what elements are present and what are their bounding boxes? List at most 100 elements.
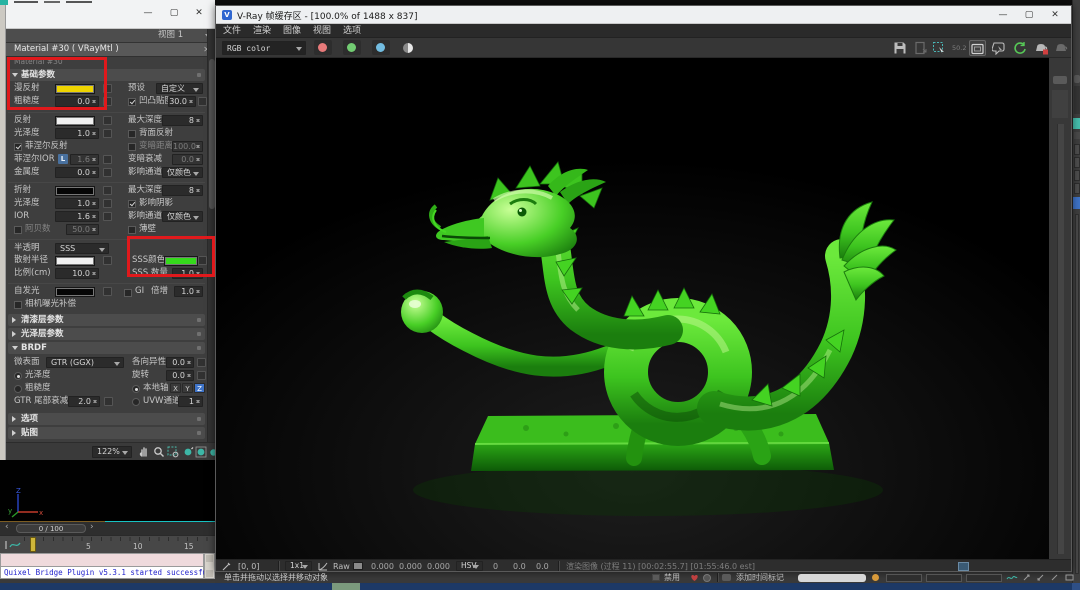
- camera-exposure-checkbox[interactable]: [14, 301, 22, 309]
- vfb-side-block[interactable]: [1052, 90, 1068, 118]
- bump-map-button[interactable]: [198, 97, 207, 106]
- sliver-scroll-track[interactable]: [1075, 214, 1079, 574]
- dim-falloff-field[interactable]: 0.0: [172, 154, 203, 165]
- sliver-teal-button[interactable]: [1073, 118, 1080, 129]
- multiplier-field[interactable]: 1.0: [174, 286, 203, 297]
- rotation-field[interactable]: 0.0: [166, 370, 194, 381]
- spinner-icon[interactable]: [196, 156, 201, 163]
- backface-checkbox[interactable]: [128, 130, 136, 138]
- vfb-corner-button[interactable]: [1053, 76, 1067, 84]
- save-all-channels-icon[interactable]: [914, 41, 928, 55]
- pan-icon[interactable]: [138, 446, 150, 458]
- sliver-block[interactable]: [1074, 86, 1080, 114]
- refract-map-button[interactable]: [103, 186, 112, 195]
- refract-color-swatch[interactable]: [55, 186, 95, 196]
- self-illum-swatch[interactable]: [55, 287, 95, 297]
- self-illum-map-button[interactable]: [103, 287, 112, 296]
- spinner-icon[interactable]: [92, 169, 97, 176]
- gi-checkbox[interactable]: [124, 289, 132, 297]
- menu-view[interactable]: 视图: [313, 24, 331, 38]
- bump-field[interactable]: 30.0: [168, 96, 196, 107]
- green-channel-button[interactable]: [343, 40, 361, 55]
- listener-scrollbar[interactable]: [204, 553, 215, 579]
- mono-channel-button[interactable]: [402, 42, 414, 54]
- pixel-probe-icon[interactable]: [222, 562, 232, 571]
- dim-distance-checkbox[interactable]: [128, 143, 136, 151]
- material-editor-titlebar[interactable]: — ▢ ✕: [6, 0, 215, 29]
- vfb-minimize-button[interactable]: —: [994, 8, 1012, 22]
- menu-render[interactable]: 渲染: [253, 24, 271, 38]
- menu-file[interactable]: 文件: [223, 24, 241, 38]
- spinner-icon[interactable]: [92, 156, 97, 163]
- scale-field[interactable]: 10.0: [55, 268, 99, 279]
- reflect-color-swatch[interactable]: [55, 116, 95, 126]
- scatter-radius-swatch[interactable]: [55, 256, 95, 266]
- translucency-dropdown[interactable]: SSS: [55, 243, 109, 254]
- refract-gloss-field[interactable]: 1.0: [55, 198, 99, 209]
- vfb-side-scroll-track[interactable]: [1057, 124, 1064, 554]
- prompt-input-field[interactable]: [798, 574, 866, 582]
- red-channel-button[interactable]: [314, 40, 332, 55]
- vfb-titlebar[interactable]: V V-Ray 帧缓存区 - [100.0% of 1488 x 837] — …: [216, 6, 1071, 24]
- fresnel-ior-field[interactable]: 1.6: [70, 154, 99, 165]
- rollout-sheen-params[interactable]: 光泽层参数: [8, 328, 205, 340]
- affect-channels2-dropdown[interactable]: 仅颜色: [162, 211, 203, 222]
- zoom-level-dropdown[interactable]: 122%: [92, 446, 132, 458]
- menu-options[interactable]: 选项: [343, 24, 361, 38]
- rollout-maps[interactable]: 贴图: [8, 427, 205, 439]
- coordinate-field-y[interactable]: [926, 574, 962, 582]
- add-time-tag-button[interactable]: 添加时间标记: [736, 572, 784, 583]
- next-frame-button[interactable]: ›: [90, 522, 94, 533]
- brdf-roughness-radio[interactable]: [14, 385, 22, 393]
- affect-channels-dropdown[interactable]: 仅颜色: [162, 167, 203, 178]
- abbe-field[interactable]: 50.0: [66, 224, 99, 235]
- update-render-icon[interactable]: [1013, 41, 1027, 55]
- spinner-icon[interactable]: [93, 398, 98, 405]
- sliver-gray-button[interactable]: [1074, 183, 1080, 194]
- zoom-extents-icon[interactable]: [182, 446, 194, 458]
- channel-dropdown[interactable]: RGB color: [222, 41, 306, 55]
- save-image-icon[interactable]: [893, 41, 907, 55]
- heart-icon[interactable]: [690, 574, 699, 582]
- blue-channel-button[interactable]: [372, 40, 390, 55]
- max-viewport[interactable]: Z x y: [0, 460, 215, 522]
- track-bar[interactable]: 5 10 15: [0, 535, 215, 553]
- anisotropy-map-button[interactable]: [197, 358, 206, 367]
- coordinate-field-x[interactable]: [886, 574, 922, 582]
- menu-image[interactable]: 图像: [283, 24, 301, 38]
- sliver-blue-button[interactable]: [1073, 197, 1080, 209]
- spinner-icon[interactable]: [92, 200, 97, 207]
- metalness-field[interactable]: 0.0: [55, 167, 99, 178]
- zoom-extents-selected-icon[interactable]: [195, 446, 207, 458]
- local-axis-radio[interactable]: [132, 385, 140, 393]
- status-grid-icon[interactable]: [652, 574, 660, 581]
- zoom-region-icon[interactable]: [167, 446, 179, 458]
- vfb-close-button[interactable]: ✕: [1046, 8, 1064, 22]
- spinner-icon[interactable]: [196, 143, 201, 150]
- axis-z-button[interactable]: Z: [194, 383, 205, 393]
- spinner-icon[interactable]: [189, 98, 194, 105]
- spinner-icon[interactable]: [196, 117, 201, 124]
- hsv-dropdown[interactable]: HSV: [456, 561, 483, 571]
- brdf-glossiness-radio[interactable]: [14, 372, 22, 380]
- spinner-icon[interactable]: [196, 187, 201, 194]
- axis-x-button[interactable]: X: [170, 383, 181, 393]
- sliver-arrow-button[interactable]: [1074, 132, 1080, 139]
- spinner-icon[interactable]: [92, 213, 97, 220]
- maximize-button[interactable]: ▢: [165, 6, 183, 20]
- listener-white-line[interactable]: Quixel Bridge Plugin v5.3.1 started succ…: [0, 566, 204, 579]
- spinner-icon[interactable]: [187, 359, 192, 366]
- refract-gloss-map-button[interactable]: [103, 199, 112, 208]
- spinner-icon[interactable]: [92, 270, 97, 277]
- windows-taskbar[interactable]: [0, 583, 1080, 590]
- spinner-icon[interactable]: [196, 288, 201, 295]
- fresnel-checkbox[interactable]: [14, 143, 22, 151]
- rotation-map-button[interactable]: [197, 371, 206, 380]
- render-last-icon[interactable]: [1034, 41, 1048, 55]
- viewport-nav-icons[interactable]: [1022, 573, 1076, 582]
- color-curve-icon[interactable]: [318, 562, 328, 571]
- key-icon[interactable]: [872, 574, 879, 581]
- max-depth2-field[interactable]: 8: [162, 185, 203, 196]
- stats-badge[interactable]: 50.2: [952, 44, 966, 52]
- spinner-icon[interactable]: [92, 130, 97, 137]
